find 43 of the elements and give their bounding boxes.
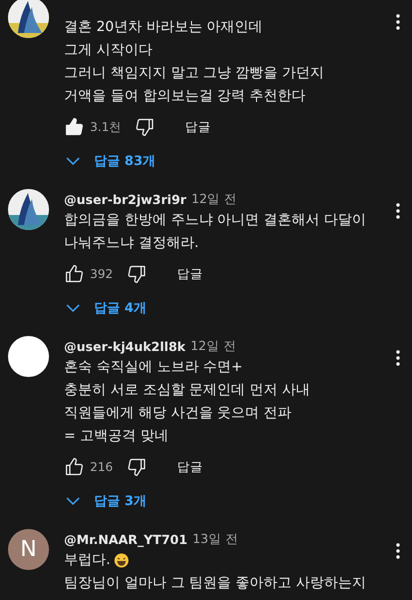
more-icon[interactable] xyxy=(396,350,400,366)
comment-text: 팀장님이 얼마나 그 팀원을 좋아하고 사랑하는지 xyxy=(64,574,366,593)
avatar[interactable]: N xyxy=(8,529,49,570)
show-replies-button[interactable]: 답글 83개 xyxy=(62,144,160,178)
dislike-icon[interactable] xyxy=(126,457,147,477)
comment-text: 결혼 20년차 바라보는 아재인데 xyxy=(64,18,263,37)
comment-text: 그러니 책임지지 말고 그냥 깜빵을 가던지 xyxy=(64,64,324,83)
username[interactable]: @Mr.NAAR_YT701 xyxy=(64,532,188,546)
more-icon[interactable] xyxy=(396,543,400,559)
show-replies-button[interactable]: 답글 3개 xyxy=(62,484,151,518)
avatar[interactable] xyxy=(8,336,49,377)
comment-text: 혼숙 숙직실에 노브라 수면+ xyxy=(64,358,243,377)
comment-time: 13일 전 xyxy=(192,530,238,548)
like-icon[interactable] xyxy=(64,117,84,137)
reply-button[interactable]: 답글 xyxy=(181,116,216,138)
chevron-down-icon xyxy=(66,303,80,313)
like-count: 392 xyxy=(90,267,113,281)
dislike-icon[interactable] xyxy=(135,117,156,137)
laughing-emoji-icon xyxy=(114,553,130,568)
comment-text: 나눠주느냐 결정해라. xyxy=(64,234,199,253)
more-icon[interactable] xyxy=(396,203,400,219)
more-icon[interactable] xyxy=(396,14,400,30)
comment-text: 직원들에게 해당 사건을 웃으며 전파 xyxy=(64,404,292,423)
chevron-down-icon xyxy=(66,496,80,506)
like-count: 3.1천 xyxy=(90,118,122,136)
chevron-down-icon xyxy=(66,156,80,166)
comment-text: 그게 시작이다 xyxy=(64,41,152,60)
show-replies-button[interactable]: 답글 4개 xyxy=(62,291,151,325)
comment-text: = 고백공격 맞네 xyxy=(64,427,168,446)
reply-button[interactable]: 답글 xyxy=(172,456,207,478)
comment-text: 부럽다. xyxy=(64,551,110,570)
like-icon[interactable] xyxy=(64,457,84,477)
comment-text: 충분히 서로 조심할 문제인데 먼저 사내 xyxy=(64,381,310,400)
like-count: 216 xyxy=(90,460,113,474)
comment-time: 12일 전 xyxy=(191,190,238,208)
comment-text: 거액을 들여 합의보는걸 강력 추천한다 xyxy=(64,87,306,106)
username[interactable]: @user-kj4uk2ll8k xyxy=(64,338,186,354)
reply-button[interactable]: 답글 xyxy=(172,264,207,284)
comment-text: 합의금을 한방에 주느냐 아니면 결혼해서 다달이 xyxy=(64,211,366,230)
dislike-icon[interactable] xyxy=(126,264,147,284)
comment-time: 12일 전 xyxy=(190,338,236,354)
username[interactable]: @user-br2jw3ri9r xyxy=(64,192,186,206)
like-icon[interactable] xyxy=(64,264,84,284)
